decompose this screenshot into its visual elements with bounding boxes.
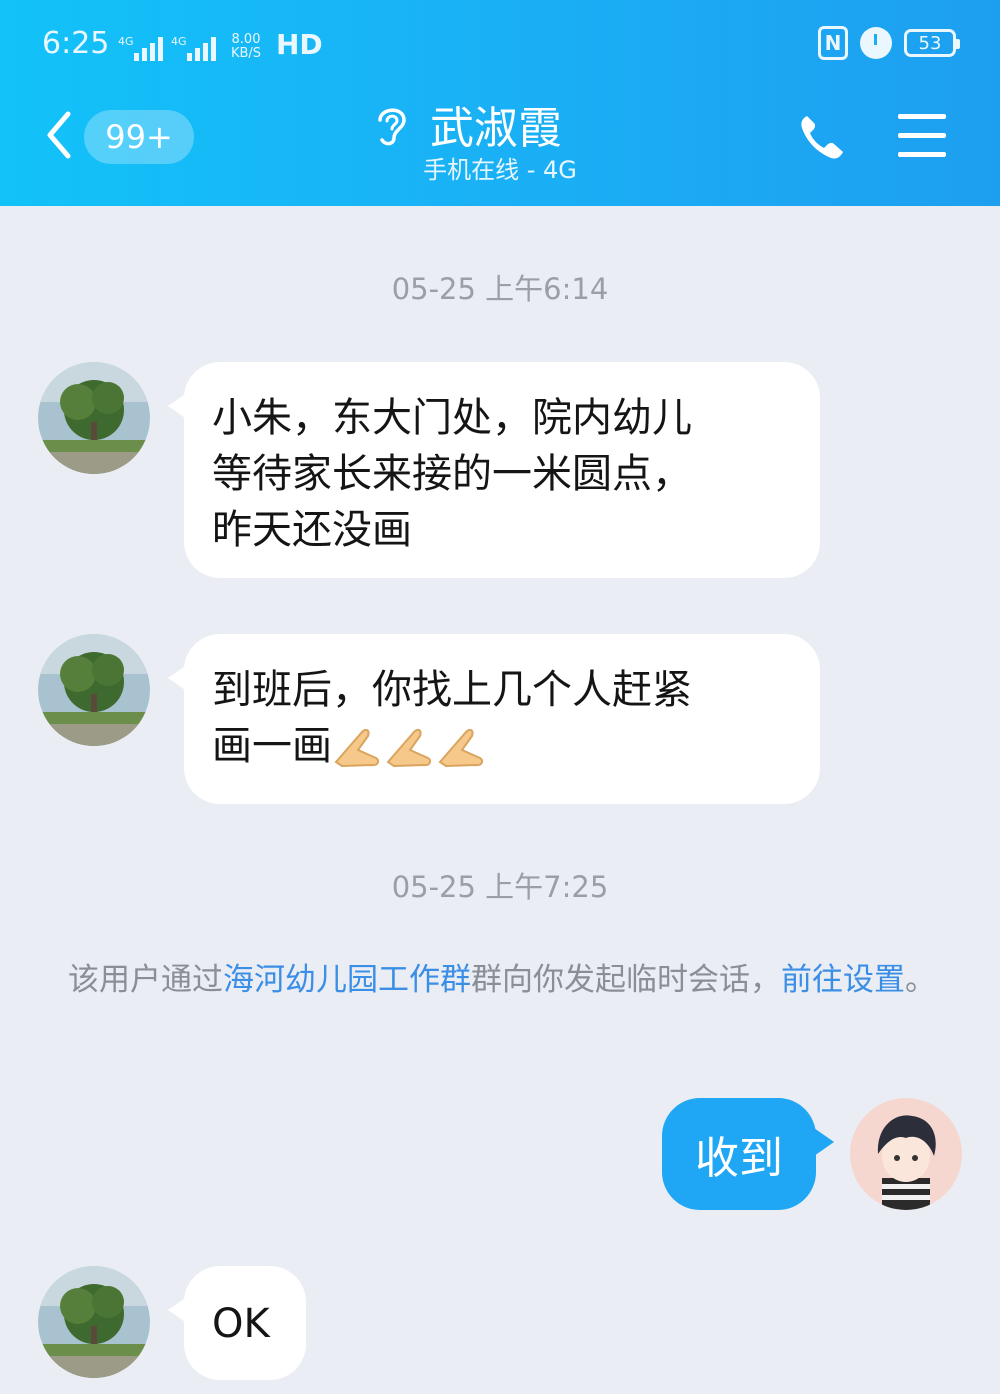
contact-avatar[interactable] [38,1266,150,1378]
message-bubble[interactable]: OK [168,1266,306,1380]
signal-indicators: 4G 4G 8.00 KB/S HD [118,28,323,61]
message-bubble[interactable]: 到班后，你找上几个人赶紧 画一画 [168,634,820,804]
signal-icon: 4G [118,35,163,61]
phone-icon[interactable] [797,112,847,162]
group-link[interactable]: 海河幼儿园工作群 [223,962,471,998]
system-notice: 该用户通过海河幼儿园工作群群向你发起临时会话，前往设置。 [68,962,936,998]
pray-hands-emoji-icon [438,728,484,768]
message-text: 到班后，你找上几个人赶紧 [212,667,692,713]
contact-name[interactable]: 武淑霞 [430,92,562,156]
status-right: N 53 [818,26,960,60]
settings-link[interactable]: 前往设置 [781,962,905,998]
contact-avatar[interactable] [38,362,150,474]
status-bar: 6:25 4G 4G 8.00 KB/S HD N 53 [0,0,1000,90]
hd-indicator: HD [276,28,323,61]
message-timestamp: 05-25 上午7:25 [391,870,609,904]
message-timestamp: 05-25 上午6:14 [391,272,609,306]
chat-header: 6:25 4G 4G 8.00 KB/S HD N 53 99+ 武淑霞 手机在… [0,0,1000,206]
contact-avatar[interactable] [38,634,150,746]
status-time: 6:25 [42,26,110,61]
alarm-icon [860,27,892,59]
pray-hands-emoji-icon [386,728,432,768]
signal-icon: 4G [171,35,216,61]
ear-icon[interactable] [372,102,410,148]
pray-hands-emoji-icon [334,728,380,768]
message-text: OK [212,1301,270,1347]
battery-icon: 53 [904,29,960,57]
message-text: 收到 [695,1133,783,1184]
message-text: 小朱，东大门处，院内幼儿 等待家长来接的一米圆点， 昨天还没画 [212,395,692,553]
nfc-icon: N [818,26,848,60]
network-speed: 8.00 KB/S [230,32,262,61]
my-message-bubble[interactable]: 收到 [662,1098,834,1210]
my-avatar[interactable] [850,1098,962,1210]
contact-status: 手机在线 - 4G [423,156,577,184]
message-text-line: 画一画 [212,718,792,774]
menu-icon[interactable] [898,114,946,158]
message-bubble[interactable]: 小朱，东大门处，院内幼儿 等待家长来接的一米圆点， 昨天还没画 [168,362,820,578]
